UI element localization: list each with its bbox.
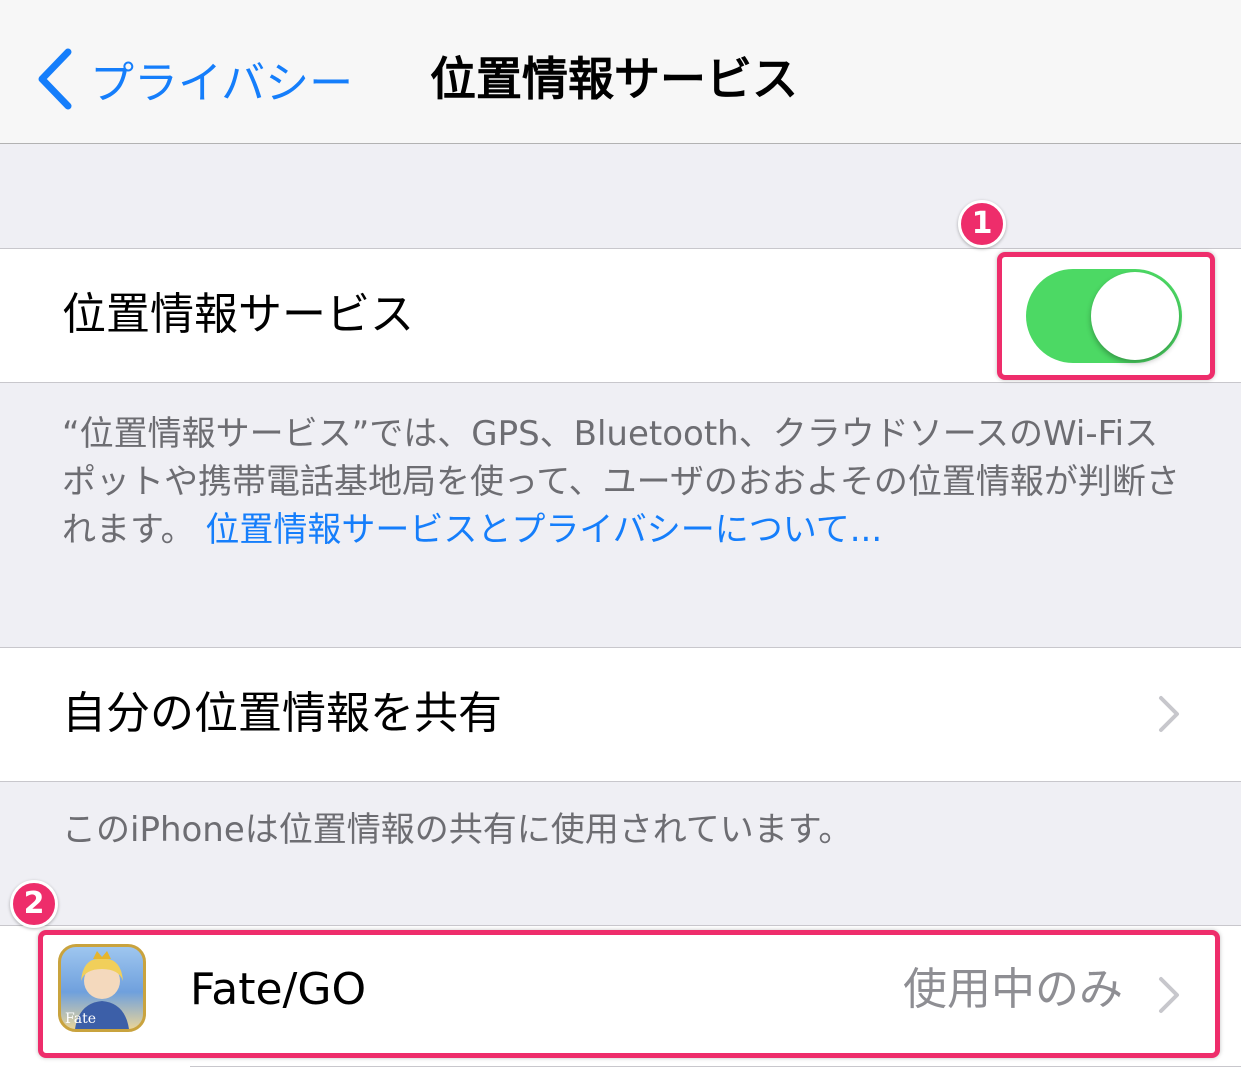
page-title: 位置情報サービス: [430, 52, 798, 106]
chevron-right-icon: [1159, 696, 1179, 732]
annotation-badge-2: 2: [10, 880, 58, 928]
share-location-cell[interactable]: 自分の位置情報を共有: [0, 647, 1241, 782]
navigation-bar: プライバシー 位置情報サービス: [0, 0, 1241, 144]
row-separator: [190, 1066, 1241, 1067]
share-location-footer: このiPhoneは位置情報の共有に使用されています。: [62, 810, 853, 850]
back-button-label: プライバシー: [90, 58, 354, 109]
annotation-badge-1: 1: [958, 200, 1006, 248]
annotation-highlight-toggle: [997, 252, 1215, 380]
location-services-footer: “位置情報サービス”では、GPS、Bluetooth、クラウドソースのWi-Fi…: [62, 410, 1192, 554]
privacy-info-link[interactable]: 位置情報サービスとプライバシーについて...: [205, 510, 882, 550]
location-services-label: 位置情報サービス: [62, 289, 414, 340]
annotation-highlight-app-row: [38, 930, 1220, 1058]
back-button[interactable]: プライバシー: [34, 44, 353, 114]
share-location-label: 自分の位置情報を共有: [62, 688, 502, 739]
chevron-left-icon: [38, 48, 72, 110]
